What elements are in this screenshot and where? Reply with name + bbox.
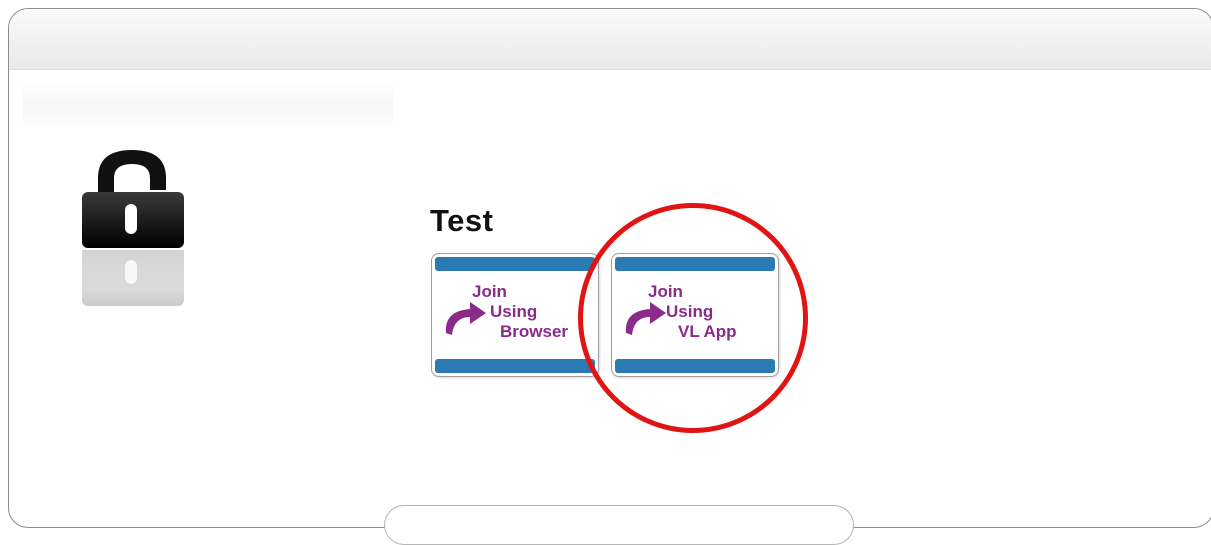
- lock-icon: [80, 148, 190, 318]
- button-top-bar: [615, 257, 775, 271]
- join-app-line2: Using: [666, 302, 714, 321]
- join-app-line3: VL App: [678, 322, 737, 341]
- join-app-line1: Join: [648, 282, 683, 301]
- button-top-bar: [435, 257, 595, 271]
- panel-header: [9, 9, 1211, 70]
- join-browser-line1: Join: [472, 282, 507, 301]
- header-divider: [23, 79, 393, 129]
- join-using-vl-app-button[interactable]: Join Using VL App: [611, 253, 779, 377]
- meeting-title: Test: [430, 203, 494, 238]
- join-browser-label: Join Using Browser: [472, 282, 568, 342]
- join-browser-line3: Browser: [500, 322, 569, 341]
- join-using-browser-button[interactable]: Join Using Browser: [431, 253, 599, 377]
- join-app-label: Join Using VL App: [648, 282, 737, 342]
- button-bottom-bar: [435, 359, 595, 373]
- button-bottom-bar: [615, 359, 775, 373]
- join-browser-line2: Using: [490, 302, 538, 321]
- bottom-input-box[interactable]: [384, 505, 854, 545]
